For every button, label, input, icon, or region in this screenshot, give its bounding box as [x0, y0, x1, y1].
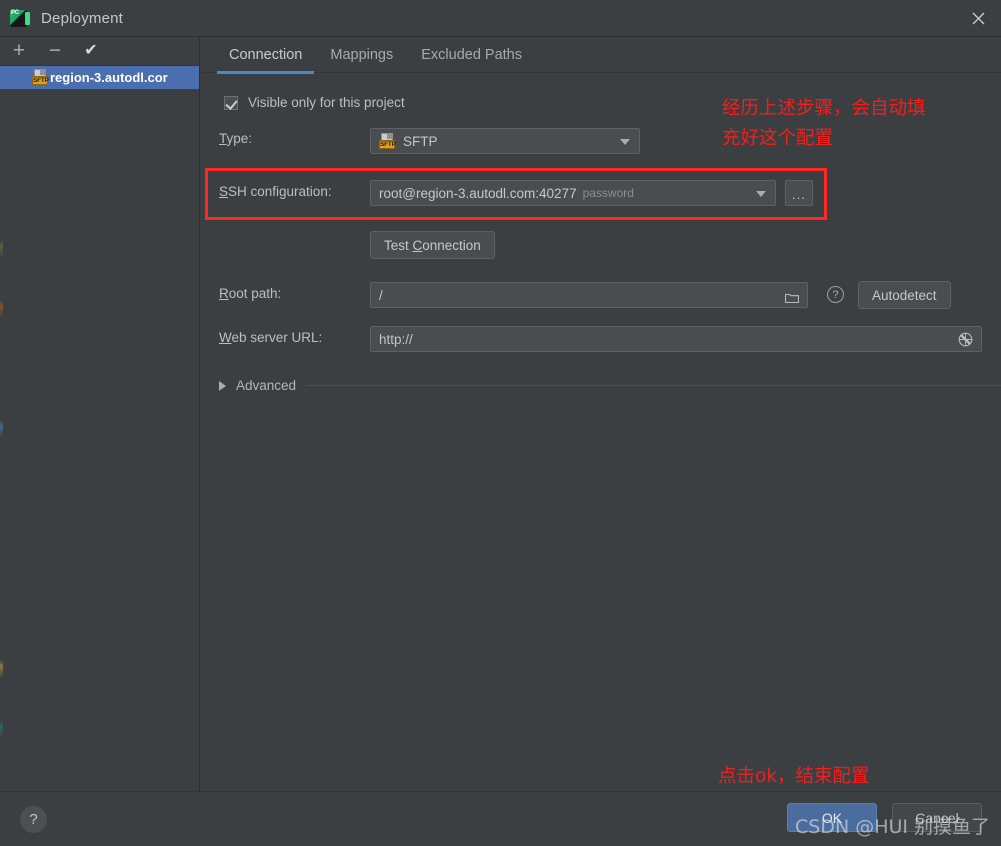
help-button[interactable]: ? [20, 806, 47, 833]
use-as-default-button[interactable]: ✔ [80, 40, 102, 62]
annotation-autofill: 经历上述步骤，会自动填 充好这个配置 [722, 98, 926, 149]
ssh-configuration-combobox[interactable]: root@region-3.autodl.com:40277 password [370, 180, 776, 206]
window-title: Deployment [41, 9, 124, 27]
ssh-configuration-browse-button[interactable]: ... [785, 180, 813, 206]
list-item-label: region-3.autodl.cor [50, 70, 168, 85]
remove-server-button[interactable]: − [44, 40, 66, 62]
root-path-value: / [379, 287, 383, 303]
type-label: Type: [219, 131, 253, 146]
tab-excluded-paths[interactable]: Excluded Paths [407, 37, 536, 73]
type-combobox[interactable]: SFTP SFTP [370, 128, 640, 154]
web-server-url-value: http:// [379, 331, 413, 347]
list-item[interactable]: SFTP region-3.autodl.cor [0, 66, 199, 89]
annotation-click-ok: 点击ok，结束配置 [718, 766, 870, 787]
root-path-label-row: Root path: [219, 286, 281, 301]
chevron-down-icon [620, 139, 630, 145]
autodetect-button[interactable]: Autodetect [858, 281, 951, 309]
globe-icon[interactable] [958, 332, 973, 347]
ssh-configuration-label-row: SSH configuration: [219, 184, 332, 199]
visible-only-checkbox[interactable] [224, 95, 238, 110]
type-value: SFTP [403, 133, 438, 149]
web-server-url-label-row: Web server URL: [219, 330, 322, 345]
ssh-configuration-auth-type: password [582, 186, 634, 200]
deployment-dialog: Deployment + − ✔ SFTP region-3.autodl.co… [0, 0, 1001, 846]
settings-tabs: Connection Mappings Excluded Paths [201, 37, 1001, 74]
server-list-toolbar: + − ✔ [0, 37, 199, 66]
root-path-label: Root path: [219, 286, 282, 301]
chevron-down-icon [756, 191, 766, 197]
tab-mappings[interactable]: Mappings [316, 37, 407, 73]
ssh-configuration-label: SSH configuration: [219, 184, 332, 199]
root-path-help-icon[interactable]: ? [827, 286, 844, 303]
ok-button[interactable]: OK [787, 803, 877, 832]
test-connection-label: Test Connection [384, 237, 481, 253]
sftp-badge-label: SFTP [379, 139, 396, 149]
title-bar: Deployment [0, 0, 1001, 37]
tab-connection[interactable]: Connection [215, 37, 316, 74]
server-list-panel: + − ✔ SFTP region-3.autodl.cor [0, 37, 200, 806]
advanced-label: Advanced [236, 378, 297, 393]
web-server-url-input[interactable]: http:// [370, 326, 982, 352]
add-server-button[interactable]: + [8, 40, 30, 62]
visible-only-row: Visible only for this project [224, 95, 405, 110]
chevron-right-icon [219, 380, 226, 391]
folder-icon[interactable] [784, 290, 800, 304]
root-path-input[interactable]: / [370, 282, 808, 308]
web-server-url-label: Web server URL: [219, 330, 323, 345]
pycharm-icon [10, 9, 30, 27]
test-connection-button[interactable]: Test Connection [370, 231, 495, 259]
advanced-divider [306, 385, 1001, 386]
sftp-file-icon: SFTP [32, 69, 49, 86]
sftp-badge-label: SFTP [32, 76, 49, 85]
close-icon[interactable] [955, 0, 1001, 36]
ssh-configuration-value: root@region-3.autodl.com:40277 [379, 185, 577, 201]
visible-only-label: Visible only for this project [248, 95, 405, 110]
sftp-file-icon: SFTP [379, 132, 396, 150]
advanced-section-toggle[interactable]: Advanced [219, 378, 1001, 393]
cancel-button[interactable]: Cancel [892, 803, 982, 832]
background-window-sliver [0, 180, 3, 780]
